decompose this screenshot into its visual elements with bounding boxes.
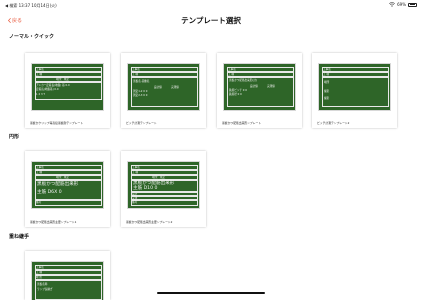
home-indicator[interactable] — [157, 292, 265, 294]
template-card-1[interactable]: 工事名 工 種 場所：未定 アンカー定着長(地盤) 基 0.0 定着長(地盤基)… — [25, 53, 110, 128]
board-preview: 工事名 工 種 場所 撮影 撮影 — [318, 63, 391, 111]
status-time: ◀ 検索 13:37 10月14日(火) — [5, 3, 57, 8]
card-caption: ビッチ計測テンプレート2 — [317, 121, 350, 125]
board-preview: 工事名 工 種 場 所 黒板名称 ラップ長継ぎ — [31, 261, 104, 300]
card-caption: 黒板かクリップ等直接黒板耐テンプレート — [30, 121, 84, 125]
board-preview: 工事名 工 種 黒板かつ配筋出来形(計) 設計値 実測値 鉄筋ビッチ 0 0 鉄… — [223, 63, 296, 111]
board-preview: 工事名 工 種 黒板名-画像名 設計値 実測値 測定1-2 0 0 測定2-3 … — [127, 63, 200, 111]
template-card-2[interactable]: 工事名 工 種 黒板名-画像名 設計値 実測値 測定1-2 0 0 測定2-3 … — [121, 53, 206, 128]
card-caption: 黒板かつ配筋出来形ンプレート — [222, 121, 262, 125]
template-select-screen: ◀ 検索 13:37 10月14日(火) 69% 戻る テンプレート選択 ノーマ… — [0, 0, 422, 300]
board-preview: 工事名 工 種 場所：未定 黒板かつ配筋出来形 主筋 D6X 0 備考 — [31, 161, 104, 209]
board-preview: 工事名 工 種 場所：未定 アンカー定着長(地盤) 基 0.0 定着長(地盤基)… — [31, 63, 104, 111]
battery-percent: 69% — [397, 2, 406, 7]
template-card-5[interactable]: 工事名 工 種 場所：未定 黒板かつ配筋出来形 主筋 D6X 0 備考 黒板かつ… — [25, 151, 110, 227]
wifi-icon — [389, 2, 395, 7]
section-label-lap-joint: 重ね継手 — [9, 234, 30, 240]
card-caption: 黒板かつ配筋出来形主要ンプレート2 — [126, 220, 173, 224]
template-card-4[interactable]: 工事名 工 種 場所 撮影 撮影 ビッチ計測テンプレート2 — [312, 53, 397, 128]
section-label-normal: ノーマル・クイック — [9, 34, 55, 40]
template-card-6[interactable]: 工事名 工 種 場所：未定 黒板かつ配筋出来形 主筋 D10 0 設計 実測 備… — [121, 151, 206, 227]
card-caption: ビッチ計測テンプレート — [126, 121, 157, 125]
template-card-7[interactable]: 工事名 工 種 場 所 黒板名称 ラップ長継ぎ — [25, 251, 110, 300]
status-bar: ◀ 検索 13:37 10月14日(火) 69% — [0, 0, 422, 10]
page-title: テンプレート選択 — [181, 16, 241, 25]
status-right: 69% — [389, 2, 417, 7]
battery-icon — [408, 2, 417, 7]
template-card-3[interactable]: 工事名 工 種 黒板かつ配筋出来形(計) 設計値 実測値 鉄筋ビッチ 0 0 鉄… — [217, 53, 302, 128]
section-label-circle: 円形 — [9, 134, 20, 140]
card-caption: 黒板かつ配筋出来形主要ンプレート1 — [30, 220, 77, 224]
board-preview: 工事名 工 種 場所：未定 黒板かつ配筋出来形 主筋 D10 0 設計 実測 備… — [127, 161, 200, 209]
nav-bar: 戻る テンプレート選択 — [0, 12, 422, 28]
